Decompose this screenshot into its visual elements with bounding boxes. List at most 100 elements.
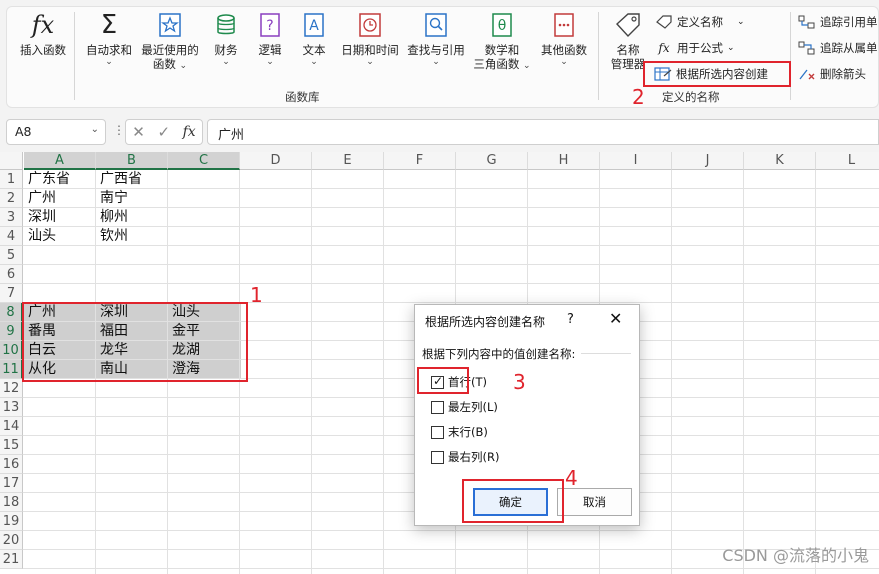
checkbox-icon[interactable] — [431, 450, 444, 464]
select-all-corner[interactable] — [0, 152, 23, 170]
column-header-d[interactable]: D — [240, 152, 312, 170]
chevron-down-icon: ⌄ — [179, 61, 188, 71]
cancel-button[interactable]: 取消 — [557, 488, 632, 516]
cancel-icon[interactable]: ✕ — [132, 123, 145, 141]
annotation-box-2 — [643, 61, 791, 87]
row-header-19[interactable]: 19 — [0, 512, 23, 531]
date-time-button[interactable]: 日期和时间 ⌄ — [338, 10, 402, 67]
row-header-3[interactable]: 3 — [0, 208, 23, 227]
math-trig-button[interactable]: θ 数学和 三角函数 ⌄ — [470, 10, 534, 71]
row-header-11[interactable]: 11 — [0, 360, 23, 379]
row-header-2[interactable]: 2 — [0, 189, 23, 208]
recently-used-label: 最近使用的 — [141, 43, 199, 57]
trace-precedents-icon — [798, 14, 816, 30]
column-header-i[interactable]: I — [600, 152, 672, 170]
use-in-formula-button[interactable]: fx 用于公式 ⌄ — [655, 40, 734, 56]
trace-dependents-button[interactable]: 追踪从属单 — [798, 40, 878, 56]
column-header-e[interactable]: E — [312, 152, 384, 170]
cell-b1[interactable]: 广西省 — [96, 170, 168, 189]
column-header-k[interactable]: K — [744, 152, 816, 170]
formula-input[interactable]: 广州 — [207, 119, 879, 145]
text-a-icon: A — [299, 10, 329, 40]
grid-line — [815, 170, 816, 574]
financial-button[interactable]: 财务 ⌄ — [208, 10, 244, 67]
recently-used-button[interactable]: 最近使用的 函数 ⌄ — [138, 10, 202, 71]
insert-function-button[interactable]: fx 插入函数 — [17, 10, 69, 57]
enter-check-icon[interactable]: ✓ — [157, 123, 170, 141]
row-header-21[interactable]: 21 — [0, 550, 23, 569]
row-header-16[interactable]: 16 — [0, 455, 23, 474]
trace-precedents-label: 追踪引用单 — [820, 15, 878, 29]
row-header-12[interactable]: 12 — [0, 379, 23, 398]
column-header-f[interactable]: F — [384, 152, 456, 170]
defined-names-group-label: 定义的名称 — [662, 90, 720, 104]
row-header-13[interactable]: 13 — [0, 398, 23, 417]
chevron-down-icon: ⌄ — [90, 124, 99, 135]
grid-line — [743, 170, 744, 574]
logical-button[interactable]: ? 逻辑 ⌄ — [252, 10, 288, 67]
row-header-15[interactable]: 15 — [0, 436, 23, 455]
checkbox-icon[interactable] — [431, 425, 444, 439]
row-header-7[interactable]: 7 — [0, 284, 23, 303]
ribbon-divider — [598, 12, 599, 100]
chevron-down-icon: ⌄ — [310, 57, 318, 67]
name-manager-label-2: 管理器 — [610, 57, 646, 71]
svg-text:θ: θ — [498, 18, 507, 34]
help-icon[interactable]: ? — [567, 312, 574, 327]
watermark: CSDN @流落的小鬼 — [722, 546, 869, 565]
close-icon[interactable]: ✕ — [609, 309, 622, 328]
row-header-4[interactable]: 4 — [0, 227, 23, 246]
column-header-j[interactable]: J — [672, 152, 744, 170]
chevron-down-icon: ⌄ — [737, 17, 745, 27]
more-functions-button[interactable]: 其他函数 ⌄ — [536, 10, 592, 67]
more-functions-label: 其他函数 — [541, 43, 587, 57]
cell-b2[interactable]: 南宁 — [96, 189, 168, 208]
ribbon-divider — [74, 12, 75, 100]
cell-a2[interactable]: 广州 — [24, 189, 96, 208]
row-header-1[interactable]: 1 — [0, 170, 23, 189]
autosum-button[interactable]: Σ 自动求和 ⌄ — [82, 10, 136, 67]
cell-a4[interactable]: 汕头 — [24, 227, 96, 246]
column-header-b[interactable]: B — [96, 152, 168, 170]
text-button[interactable]: A 文本 ⌄ — [296, 10, 332, 67]
row-header-10[interactable]: 10 — [0, 341, 23, 360]
fx-tag-icon: fx — [658, 41, 670, 55]
checkbox-icon[interactable] — [431, 400, 444, 414]
dialog-prompt: 根据下列内容中的值创建名称: — [422, 347, 576, 361]
cell-a3[interactable]: 深圳 — [24, 208, 96, 227]
row-header-6[interactable]: 6 — [0, 265, 23, 284]
grid-line — [671, 170, 672, 574]
checkbox-bottom-row[interactable]: 末行(B) — [431, 424, 488, 440]
row-header-17[interactable]: 17 — [0, 474, 23, 493]
chevron-down-icon: ⌄ — [366, 57, 374, 67]
cell-a1[interactable]: 广东省 — [24, 170, 96, 189]
column-header-c[interactable]: C — [168, 152, 240, 170]
date-time-label: 日期和时间 — [341, 43, 399, 57]
recently-used-label-2: 函数 ⌄ — [153, 57, 187, 71]
checkbox-right-column[interactable]: 最右列(R) — [431, 449, 499, 465]
checkbox-left-column[interactable]: 最左列(L) — [431, 399, 498, 415]
row-header-9[interactable]: 9 — [0, 322, 23, 341]
function-library-group-label: 函数库 — [285, 90, 320, 104]
chevron-down-icon: ⌄ — [266, 57, 274, 67]
lookup-reference-button[interactable]: 查找与引用 ⌄ — [404, 10, 468, 67]
column-header-g[interactable]: G — [456, 152, 528, 170]
define-name-button[interactable]: 定义名称 ⌄ — [655, 14, 745, 30]
cell-b3[interactable]: 柳州 — [96, 208, 168, 227]
row-header-14[interactable]: 14 — [0, 417, 23, 436]
column-header-a[interactable]: A — [24, 152, 96, 170]
remove-arrows-button[interactable]: 删除箭头 — [798, 66, 866, 82]
excel-window: fx 插入函数 Σ 自动求和 ⌄ 最近使用的 函数 ⌄ 财务 ⌄ ? 逻辑 ⌄ … — [0, 0, 879, 574]
column-header-l[interactable]: L — [816, 152, 879, 170]
column-header-h[interactable]: H — [528, 152, 600, 170]
row-header-18[interactable]: 18 — [0, 493, 23, 512]
name-box[interactable]: A8 ⌄ — [6, 119, 106, 145]
more-options-icon[interactable]: ⋮ — [113, 123, 125, 137]
row-header-5[interactable]: 5 — [0, 246, 23, 265]
insert-function-icon[interactable]: fx — [183, 124, 196, 140]
cell-b4[interactable]: 钦州 — [96, 227, 168, 246]
row-header-8[interactable]: 8 — [0, 303, 23, 322]
row-header-20[interactable]: 20 — [0, 531, 23, 550]
trace-precedents-button[interactable]: 追踪引用单 — [798, 14, 878, 30]
grid-line — [23, 530, 879, 531]
